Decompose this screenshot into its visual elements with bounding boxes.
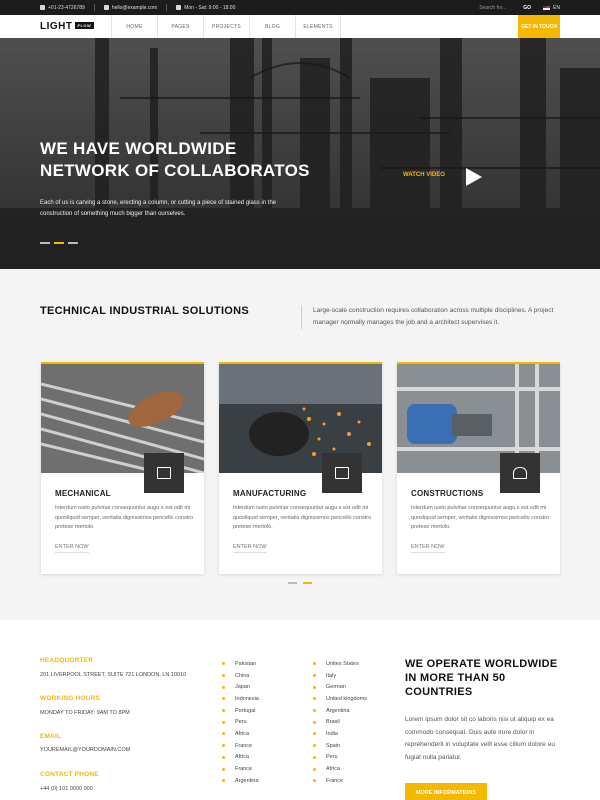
card-title: CONSTRUCTIONS — [411, 489, 484, 498]
phone-text: +01-23-4726789 — [48, 4, 85, 11]
hq-value: 201 LIVERPOOL STREET, SUITE 721 LONDON, … — [40, 672, 187, 678]
phone-info: +01-23-4726789 — [40, 5, 85, 11]
country-item: Japan — [222, 681, 259, 693]
hero-title: WE HAVE WORLDWIDE NETWORK OF COLLABORATO… — [40, 138, 340, 182]
language-selector[interactable]: EN — [553, 5, 560, 11]
hours-label: WORKING HOURS — [40, 695, 101, 702]
country-item: India — [313, 728, 367, 740]
slider-dot-active[interactable] — [54, 242, 64, 244]
services-section: TECHNICAL INDUSTRIAL SOLUTIONS Large-sca… — [0, 269, 600, 620]
country-item: China — [222, 670, 259, 682]
hero-title-line2: NETWORK OF COLLABORATOS — [40, 161, 310, 180]
play-icon[interactable] — [466, 168, 482, 186]
country-item: France — [222, 740, 259, 752]
logo-text: LIGHT — [40, 21, 73, 32]
country-list-1: Pakistan China Japan Indonesia Portugal … — [222, 658, 259, 787]
country-item: France — [313, 775, 367, 787]
country-item: United kingdoms — [313, 693, 367, 705]
slider-dot[interactable] — [288, 582, 297, 584]
get-in-touch-button[interactable]: GET IN TOUCH — [518, 15, 560, 38]
country-item: France — [222, 763, 259, 775]
tools-icon — [144, 453, 184, 493]
briefcase-icon — [322, 453, 362, 493]
country-item: Italy — [313, 670, 367, 682]
card-text: Interdum iusto pulvinar consequuntur aug… — [55, 505, 194, 530]
slider-dot-active[interactable] — [303, 582, 312, 584]
hours-info: Mon - Sat: 9:00 - 18:00 — [176, 5, 235, 11]
country-item: Brasil — [313, 716, 367, 728]
card-text: Interdum iusto pulvinar consequuntur aug… — [233, 505, 372, 530]
flag-icon — [543, 5, 551, 10]
worker-icon — [500, 453, 540, 493]
country-item: Argentina — [313, 705, 367, 717]
hero-slider-dots — [40, 242, 82, 244]
country-item: Argentina — [222, 775, 259, 787]
menu-item-home[interactable]: HOME — [111, 15, 157, 38]
country-item: Indonesia — [222, 693, 259, 705]
contact-section: HEADQUORTER 201 LIVERPOOL STREET, SUITE … — [0, 620, 600, 800]
email-label: EMAIL — [40, 733, 62, 740]
card-title: MECHANICAL — [55, 489, 111, 498]
slider-dot[interactable] — [40, 242, 50, 244]
top-bar: +01-23-4726789 hello@example.com Mon - S… — [0, 0, 600, 15]
hero-banner: WE HAVE WORLDWIDE NETWORK OF COLLABORATO… — [0, 38, 600, 269]
site-logo[interactable]: LIGHT FLOW — [40, 21, 95, 32]
card-title: MANUFACTURING — [233, 489, 307, 498]
service-card-manufacturing[interactable]: MANUFACTURING Interdum iusto pulvinar co… — [219, 362, 382, 574]
country-list-2: Unites States Italy German United kingdo… — [313, 658, 367, 787]
menu-item-blog[interactable]: BLOG — [249, 15, 295, 38]
main-navbar: LIGHT FLOW HOME PAGES PROJECTS BLOG ELEME… — [0, 15, 600, 38]
logo-badge: FLOW — [74, 21, 95, 29]
hero-description: Each of us is carving a stone, erecting … — [40, 200, 277, 217]
card-text: Interdum iusto pulvinar consequuntur aug… — [411, 505, 550, 530]
more-informations-button[interactable]: MORE INFORMATIONS — [405, 783, 487, 800]
phone-label: CONTACT PHONE — [40, 771, 99, 778]
search-go-button[interactable]: GO — [523, 5, 531, 11]
hours-value: MONDAY TO FRIDAY: 9AM TO 8PM — [40, 710, 130, 716]
operate-title: WE OPERATE WORLDWIDE IN MORE THAN 50 COU… — [405, 658, 558, 698]
phone-icon — [40, 5, 45, 10]
calendar-icon — [176, 5, 182, 10]
country-item: Peru — [222, 716, 259, 728]
hq-label: HEADQUORTER — [40, 657, 94, 664]
enter-now-link[interactable]: ENTER NOW — [55, 544, 89, 553]
menu-item-pages[interactable]: PAGES — [157, 15, 203, 38]
country-item: Portugal — [222, 705, 259, 717]
operate-text: Lorem ipsum dolor sit co laboris nisi ut… — [405, 716, 555, 761]
section-title: TECHNICAL INDUSTRIAL SOLUTIONS — [40, 305, 250, 317]
mail-icon — [103, 5, 109, 10]
services-slider-dots — [288, 582, 318, 584]
country-item: Pakistan — [222, 658, 259, 670]
search-input[interactable]: Search for... — [479, 5, 519, 11]
divider — [166, 4, 168, 11]
phone-value: +44 (0) 101 0000 000 — [40, 786, 93, 792]
watch-video-link[interactable]: WATCH VIDEO — [403, 172, 445, 178]
country-item: Africa — [222, 728, 259, 740]
enter-now-link[interactable]: ENTER NOW — [411, 544, 445, 553]
hero-title-line1: WE HAVE WORLDWIDE — [40, 139, 237, 158]
enter-now-link[interactable]: ENTER NOW — [233, 544, 267, 553]
country-item: German — [313, 681, 367, 693]
main-menu: HOME PAGES PROJECTS BLOG ELEMENTS — [111, 15, 341, 38]
section-description: Large-scale construction requires collab… — [301, 305, 563, 329]
hours-text: Mon - Sat: 9:00 - 18:00 — [184, 4, 236, 11]
email-value[interactable]: YOUREMAIL@YOURDOMAIN.COM — [40, 747, 130, 753]
service-card-constructions[interactable]: CONSTRUCTIONS Interdum iusto pulvinar co… — [397, 362, 560, 574]
slider-dot[interactable] — [68, 242, 78, 244]
country-item: Africa — [313, 763, 367, 775]
country-item: Africa — [222, 752, 259, 764]
country-item: Unites States — [313, 658, 367, 670]
divider — [93, 4, 95, 11]
email-text[interactable]: hello@example.com — [112, 5, 157, 11]
service-card-mechanical[interactable]: MECHANICAL Interdum iusto pulvinar conse… — [41, 362, 204, 574]
email-info[interactable]: hello@example.com — [103, 5, 157, 11]
country-item: Peru — [313, 752, 367, 764]
country-item: Spain — [313, 740, 367, 752]
menu-item-projects[interactable]: PROJECTS — [203, 15, 249, 38]
menu-item-elements[interactable]: ELEMENTS — [295, 15, 341, 38]
